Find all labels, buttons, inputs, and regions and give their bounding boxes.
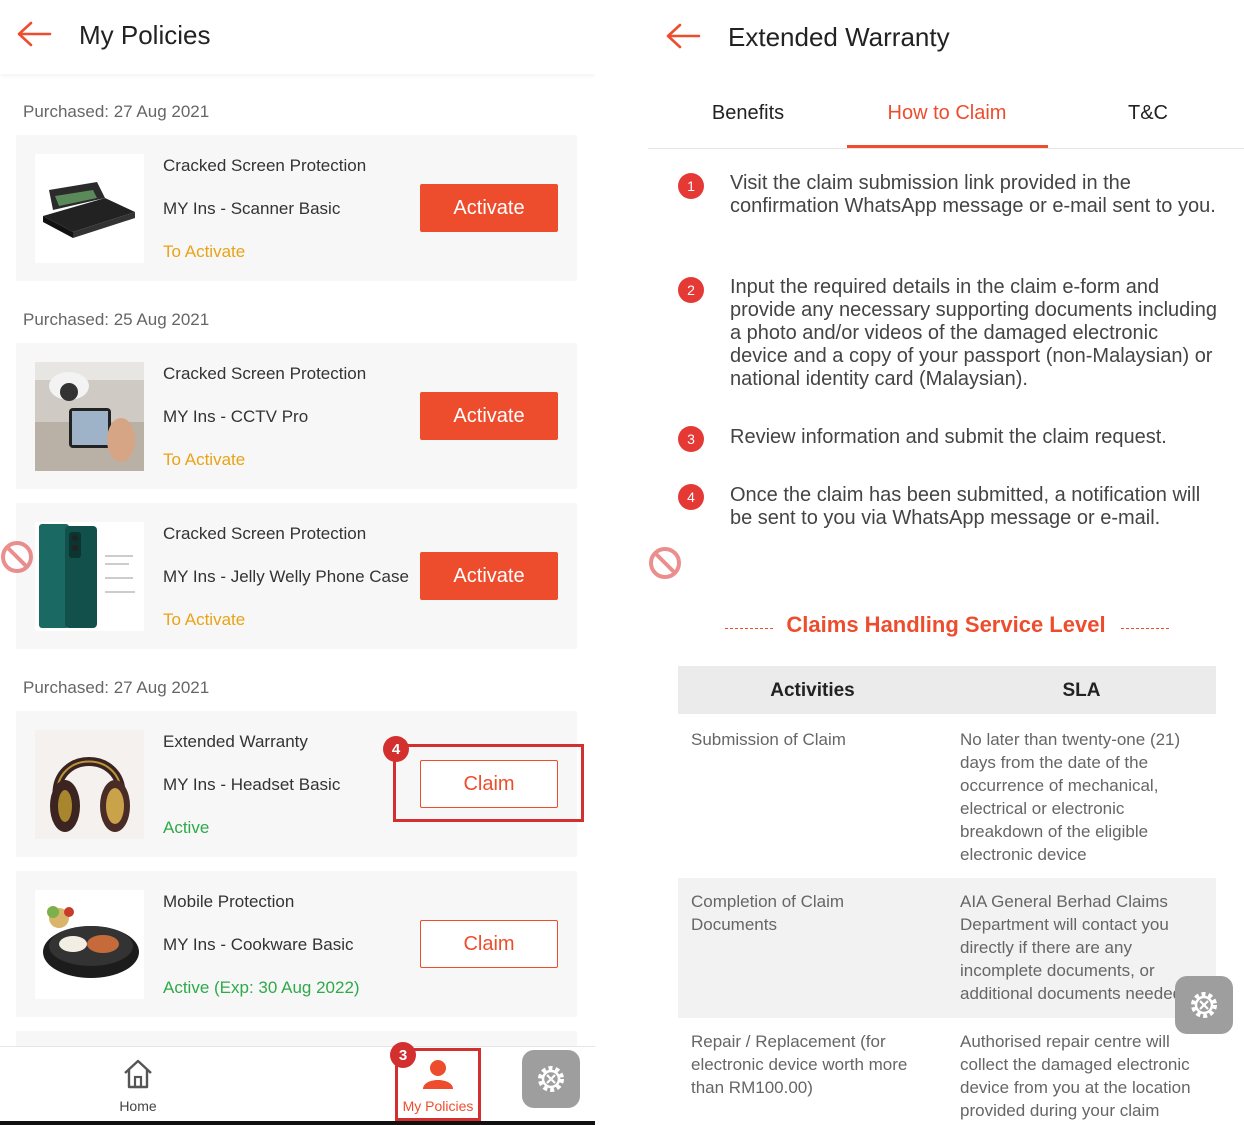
claim-highlight-box — [393, 744, 584, 822]
policy-status: To Activate — [163, 450, 246, 469]
home-icon — [124, 1059, 152, 1089]
policy-type: Cracked Screen Protection — [163, 364, 367, 383]
page-title: Extended Warranty — [728, 22, 950, 52]
policy-plan: MY Ins - CCTV Pro — [163, 407, 309, 426]
my-policies-screen: My Policies Purchased: 27 Aug 2021 Crack… — [0, 0, 595, 1125]
sla-row: Completion of Claim Documents AIA Genera… — [678, 878, 1216, 1018]
tab-benefits[interactable]: Benefits — [648, 102, 848, 125]
policy-plan: MY Ins - Cookware Basic — [163, 935, 354, 954]
back-arrow-icon[interactable] — [665, 22, 701, 50]
sla-activity: Submission of Claim — [691, 730, 846, 749]
policy-card[interactable]: Cracked Screen Protection MY Ins - Scann… — [16, 135, 577, 281]
sla-value: Authorised repair centre will collect th… — [960, 1032, 1191, 1120]
step-text: Review information and submit the claim … — [730, 426, 1167, 448]
step-number: 4 — [678, 484, 704, 510]
policy-plan: MY Ins - Jelly Welly Phone Case — [163, 567, 409, 586]
policy-plan: MY Ins - Scanner Basic — [163, 199, 341, 218]
policy-type: Cracked Screen Protection — [163, 524, 367, 543]
policy-plan: MY Ins - Headset Basic — [163, 775, 341, 794]
back-arrow-icon[interactable] — [16, 20, 52, 48]
product-image — [35, 730, 144, 839]
sla-title: Claims Handling Service Level — [786, 612, 1106, 637]
policy-type: Cracked Screen Protection — [163, 156, 367, 175]
step-text: Visit the claim submission link provided… — [730, 172, 1216, 217]
tab-bar: Benefits How to Claim T&C — [648, 80, 1244, 149]
sla-row: Repair / Replacement (for electronic dev… — [678, 1018, 1216, 1125]
no-entry-icon — [0, 540, 34, 574]
product-image — [35, 362, 144, 471]
product-image — [35, 154, 144, 263]
policy-card[interactable]: Cracked Screen Protection MY Ins - Jelly… — [16, 503, 577, 649]
policy-status: To Activate — [163, 610, 246, 629]
settings-fab[interactable] — [1175, 976, 1233, 1034]
step-badge: 3 — [390, 1042, 416, 1068]
policy-list[interactable]: Purchased: 27 Aug 2021 Cracked Screen Pr… — [0, 74, 595, 1061]
no-entry-icon — [648, 546, 682, 580]
gear-icon — [1191, 992, 1217, 1018]
sla-row: Submission of Claim No later than twenty… — [678, 716, 1216, 878]
claim-button[interactable]: Claim — [420, 920, 558, 968]
step-number: 3 — [678, 426, 704, 452]
active-tab-indicator — [847, 145, 1048, 148]
sla-value: AIA General Berhad Claims Department wil… — [960, 892, 1183, 1003]
divider — [1121, 628, 1169, 629]
activate-button[interactable]: Activate — [420, 184, 558, 232]
sla-header-activities: Activities — [770, 680, 855, 701]
page-title: My Policies — [79, 20, 211, 50]
policy-status: To Activate — [163, 242, 246, 261]
product-image — [35, 522, 144, 631]
nav-home[interactable]: Home — [78, 1047, 198, 1123]
settings-fab[interactable] — [522, 1050, 580, 1108]
purchase-date: Purchased: 25 Aug 2021 — [23, 310, 210, 329]
step-text: Input the required details in the claim … — [730, 276, 1217, 390]
activate-button[interactable]: Activate — [420, 552, 558, 600]
policy-type: Mobile Protection — [163, 892, 295, 911]
nav-home-label: Home — [119, 1098, 157, 1114]
bottom-nav: Home My Policies — [0, 1046, 595, 1125]
sla-header-sla: SLA — [1062, 680, 1101, 701]
gear-icon — [538, 1066, 564, 1092]
step-badge: 4 — [383, 736, 409, 762]
bottom-edge — [0, 1121, 595, 1125]
purchase-date: Purchased: 27 Aug 2021 — [23, 678, 210, 697]
step-number: 1 — [678, 173, 704, 199]
product-image — [35, 890, 144, 999]
sla-activity: Completion of Claim Documents — [691, 892, 845, 934]
sla-value: No later than twenty-one (21) days from … — [960, 730, 1181, 864]
extended-warranty-screen: Extended Warranty Benefits How to Claim … — [648, 0, 1244, 1125]
step-text: Once the claim has been submitted, a not… — [730, 484, 1201, 529]
activate-button[interactable]: Activate — [420, 392, 558, 440]
sla-table-header: Activities SLA — [678, 666, 1216, 714]
policy-status: Active (Exp: 30 Aug 2022) — [163, 978, 360, 997]
tab-how-to-claim[interactable]: How to Claim — [847, 102, 1047, 125]
tab-tnc[interactable]: T&C — [1048, 102, 1244, 125]
sla-activity: Repair / Replacement (for electronic dev… — [691, 1032, 908, 1097]
purchase-date: Purchased: 27 Aug 2021 — [23, 102, 210, 121]
policy-card[interactable]: Cracked Screen Protection MY Ins - CCTV … — [16, 343, 577, 489]
policy-card[interactable]: Mobile Protection MY Ins - Cookware Basi… — [16, 871, 577, 1017]
policy-type: Extended Warranty — [163, 732, 308, 751]
policy-status: Active — [163, 818, 210, 837]
step-number: 2 — [678, 277, 704, 303]
top-bar: My Policies — [0, 0, 595, 74]
